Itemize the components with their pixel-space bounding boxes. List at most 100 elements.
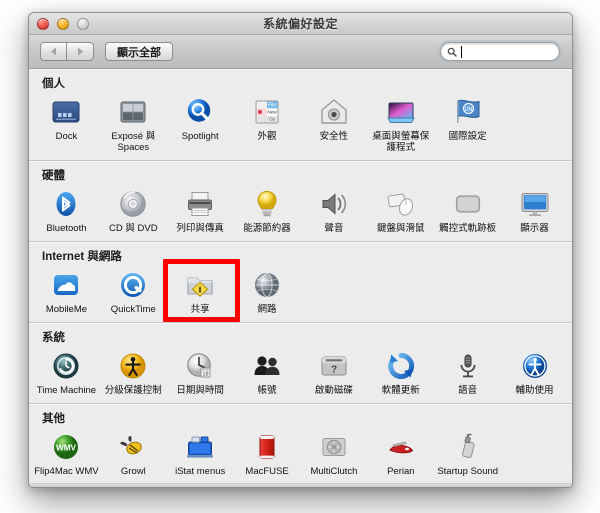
growl-icon-wrap (117, 431, 149, 463)
pref-pane-startup-disk[interactable]: ? 啟動磁碟 (301, 347, 368, 396)
sound-icon-wrap (318, 188, 350, 220)
pref-pane-bluetooth[interactable]: Bluetooth (33, 185, 100, 234)
section-internet: Internet 與網路 MobileMe QuickTime 共享 網路 (29, 241, 572, 322)
international-icon: UN (456, 99, 480, 123)
minimize-button[interactable] (57, 18, 69, 30)
close-button[interactable] (37, 18, 49, 30)
expose-spaces-icon-wrap (117, 96, 149, 128)
trackpad-icon (455, 195, 480, 213)
date-time-icon: 18 (187, 353, 211, 378)
perian-icon (389, 441, 413, 454)
growl-icon (120, 436, 143, 455)
svg-text:New: New (267, 110, 277, 115)
keyboard-mouse-icon-wrap (385, 188, 417, 220)
pref-pane-dock[interactable]: Dock (33, 93, 100, 153)
chevron-left-icon (50, 47, 56, 56)
pref-pane-macfuse[interactable]: MacFUSE (234, 428, 301, 477)
pref-pane-sharing[interactable]: 共享 (167, 266, 234, 315)
accounts-icon (254, 356, 280, 375)
pref-pane-speech[interactable]: 語音 (434, 347, 501, 396)
spotlight-icon (187, 99, 211, 122)
istat-menus-icon-wrap (184, 431, 216, 463)
pref-label: MacFUSE (245, 466, 289, 477)
pref-label: CD 與 DVD (109, 223, 158, 234)
quicktime-icon (121, 273, 146, 297)
pref-pane-accounts[interactable]: 帳號 (234, 347, 301, 396)
search-field[interactable] (440, 42, 560, 61)
pref-label: Spotlight (181, 131, 219, 142)
international-icon-wrap: UN (452, 96, 484, 128)
svg-text:File: File (268, 103, 276, 109)
pref-pane-perian[interactable]: Perian (367, 428, 434, 477)
pref-pane-startup-sound[interactable]: Startup Sound (434, 428, 501, 477)
pref-pane-spotlight[interactable]: Spotlight (167, 93, 234, 153)
svg-text:?: ? (331, 364, 337, 375)
pref-pane-flip4mac[interactable]: WMV Flip4Mac WMV (33, 428, 100, 477)
pref-pane-energy-saver[interactable]: 能源節約器 (234, 185, 301, 234)
pref-pane-mobileme[interactable]: MobileMe (33, 266, 100, 315)
security-icon (321, 99, 347, 124)
pref-pane-time-machine[interactable]: Time Machine (33, 347, 100, 396)
window-titlebar[interactable]: 系統偏好設定 (29, 13, 572, 35)
forward-button[interactable] (67, 42, 94, 61)
pref-pane-expose-spaces[interactable]: Exposé 與 Spaces (100, 93, 167, 153)
startup-sound-icon-wrap (452, 431, 484, 463)
print-fax-icon-wrap (184, 188, 216, 220)
pref-label: 分級保護控制 (104, 385, 162, 396)
sharing-icon-wrap (184, 269, 216, 301)
back-button[interactable] (40, 42, 67, 61)
pref-pane-multiclutch[interactable]: MultiClutch (301, 428, 368, 477)
pref-pane-international[interactable]: UN 國際設定 (434, 93, 501, 153)
section-title-other: 其他 (42, 413, 65, 425)
pref-pane-parental-controls[interactable]: 分級保護控制 (100, 347, 167, 396)
svg-text:WMV: WMV (56, 443, 77, 452)
pref-pane-print-fax[interactable]: 列印與傳真 (167, 185, 234, 234)
perian-icon-wrap (385, 431, 417, 463)
macfuse-icon-wrap (251, 431, 283, 463)
chevron-right-icon (78, 47, 83, 56)
universal-access-icon-wrap (519, 350, 551, 382)
pref-pane-displays[interactable]: 顯示器 (501, 185, 568, 234)
cd-dvd-icon (120, 191, 147, 217)
pref-pane-date-time[interactable]: 18 日期與時間 (167, 347, 234, 396)
pref-pane-trackpad[interactable]: 觸控式軌跡板 (434, 185, 501, 234)
search-icon (447, 47, 457, 57)
pref-pane-software-update[interactable]: 軟體更新 (367, 347, 434, 396)
parental-controls-icon (120, 353, 146, 379)
pref-pane-growl[interactable]: Growl (100, 428, 167, 477)
pref-label: Perian (387, 466, 415, 477)
bluetooth-icon-wrap (50, 188, 82, 220)
pref-label: 帳號 (257, 385, 277, 396)
mobileme-icon (54, 275, 79, 295)
pref-pane-keyboard-mouse[interactable]: 鍵盤與滑鼠 (367, 185, 434, 234)
window-bottom-edge (29, 483, 572, 487)
preference-grid-hardware: Bluetooth CD 與 DVD 列印與傳真 能源節約器 聲音 鍵盤與滑鼠 觸控式軌跡板… (29, 185, 572, 241)
pref-label: 軟體更新 (381, 385, 420, 396)
pref-pane-cd-dvd[interactable]: CD 與 DVD (100, 185, 167, 234)
pref-pane-istat-menus[interactable]: iStat menus (167, 428, 234, 477)
show-all-button[interactable]: 顯示全部 (105, 42, 173, 61)
pref-pane-desktop-screensaver[interactable]: 桌面與螢幕保護程式 (367, 93, 434, 153)
pref-pane-universal-access[interactable]: 輔助使用 (501, 347, 568, 396)
desktop-screensaver-icon-wrap (385, 96, 417, 128)
search-input[interactable] (461, 45, 553, 58)
appearance-icon-wrap: File New Op (251, 96, 283, 128)
pref-pane-appearance[interactable]: File New Op 外觀 (234, 93, 301, 153)
bluetooth-icon (56, 192, 76, 216)
multiclutch-icon (322, 438, 346, 456)
mobileme-icon-wrap (50, 269, 82, 301)
pref-label: Time Machine (36, 385, 97, 396)
pref-pane-quicktime[interactable]: QuickTime (100, 266, 167, 315)
pref-pane-network[interactable]: 網路 (234, 266, 301, 315)
pref-pane-sound[interactable]: 聲音 (301, 185, 368, 234)
expose-spaces-icon (120, 101, 146, 123)
pref-label: 觸控式軌跡板 (439, 223, 497, 234)
pref-label: 顯示器 (520, 223, 549, 234)
dock-icon-wrap (50, 96, 82, 128)
dock-icon (52, 101, 80, 123)
pref-pane-security[interactable]: 安全性 (301, 93, 368, 153)
zoom-button[interactable] (77, 18, 89, 30)
preference-grid-personal: Dock Exposé 與 Spaces Spotlight File New Op 外觀 安… (29, 93, 572, 160)
parental-controls-icon-wrap (117, 350, 149, 382)
pref-label: Growl (120, 466, 146, 477)
